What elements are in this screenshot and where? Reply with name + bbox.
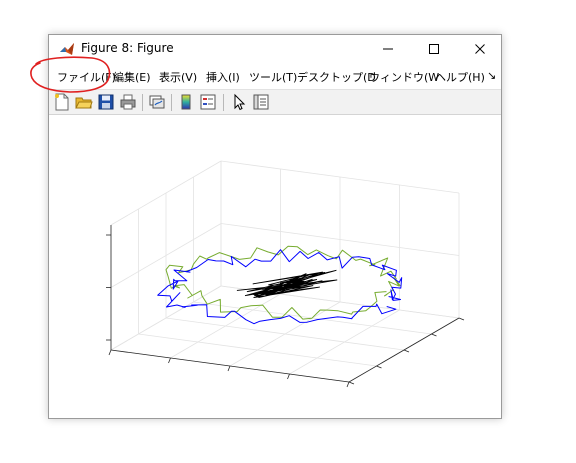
- menu-help[interactable]: ヘルプ(H): [435, 69, 485, 85]
- y-tick: [431, 333, 437, 337]
- y-tick: [458, 317, 465, 321]
- link-plot-icon[interactable]: [148, 93, 166, 111]
- toolbar-separator: [142, 94, 143, 111]
- toolbar-separator: [171, 94, 172, 111]
- menu-overflow-icon[interactable]: ↘: [487, 69, 496, 82]
- x-tick: [346, 381, 350, 388]
- matlab-icon: [59, 41, 75, 57]
- plot-lines: [157, 245, 403, 325]
- menu-tools[interactable]: ツール(T): [249, 69, 297, 85]
- legend-icon[interactable]: [199, 93, 217, 111]
- y-tick: [376, 365, 382, 369]
- menu-bar: ファイル(F) 編集(E) 表示(V) 挿入(I) ツール(T) デスクトップ(…: [49, 63, 501, 89]
- new-figure-icon[interactable]: [53, 93, 71, 111]
- window-title: Figure 8: Figure: [81, 41, 174, 55]
- y-tick: [348, 381, 355, 385]
- figure-toolbar: [49, 89, 501, 115]
- x-tick: [227, 365, 231, 372]
- maximize-button[interactable]: [411, 35, 457, 63]
- save-icon[interactable]: [97, 93, 115, 111]
- maximize-icon: [429, 44, 439, 54]
- x-tick: [287, 373, 290, 380]
- plot-area[interactable]: [49, 115, 501, 418]
- print-icon[interactable]: [119, 93, 137, 111]
- menu-desktop[interactable]: デスクトップ(D: [297, 69, 376, 85]
- colorbar-icon[interactable]: [177, 93, 195, 111]
- menu-window[interactable]: ウィンドウ(W: [369, 69, 439, 85]
- open-file-icon[interactable]: [75, 93, 93, 111]
- close-icon: [475, 44, 485, 54]
- black-core-series: [236, 269, 338, 299]
- figure-window: Figure 8: Figure ファイル(F) 編集(E) 表示(V) 挿入(…: [48, 34, 502, 419]
- minimize-icon: [383, 48, 393, 50]
- grid-line: [289, 309, 400, 375]
- property-inspector-icon[interactable]: [252, 93, 270, 111]
- menu-insert[interactable]: 挿入(I): [206, 69, 240, 85]
- grid-lines: [110, 160, 460, 383]
- menu-view[interactable]: 表示(V): [159, 69, 197, 85]
- axes-3d[interactable]: [49, 115, 501, 418]
- x-tick: [108, 349, 112, 356]
- x-tick: [168, 357, 171, 364]
- edit-plot-pointer-icon[interactable]: [230, 93, 248, 111]
- grid-line: [165, 317, 405, 351]
- close-button[interactable]: [457, 35, 503, 63]
- title-bar[interactable]: Figure 8: Figure: [49, 35, 501, 63]
- menu-file[interactable]: ファイル(F): [57, 69, 116, 85]
- toolbar-separator: [223, 94, 224, 111]
- menu-edit[interactable]: 編集(E): [113, 69, 151, 85]
- y-tick: [403, 349, 410, 353]
- minimize-button[interactable]: [365, 35, 411, 63]
